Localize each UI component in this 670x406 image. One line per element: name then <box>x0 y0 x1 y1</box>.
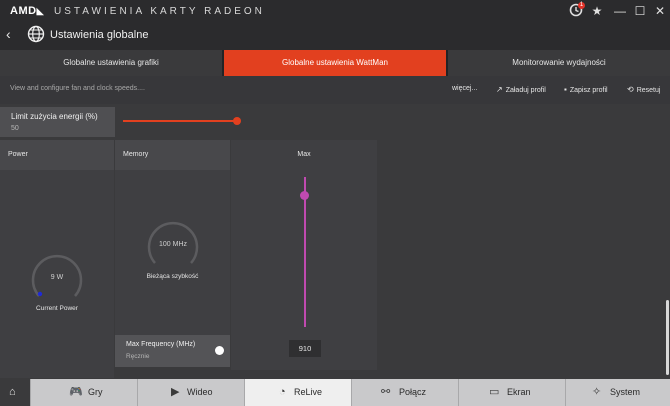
memory-gauge-value: 100 MHz <box>158 241 187 248</box>
play-icon: ▶ <box>171 386 180 398</box>
tab-graphics-settings[interactable]: Globalne ustawienia grafiki <box>0 50 222 76</box>
content-background <box>377 140 670 377</box>
back-arrow-icon[interactable]: ‹ <box>6 26 11 42</box>
amd-logo: AMD◣ <box>10 5 44 17</box>
settings-tabs: Globalne ustawienia grafiki Globalne ust… <box>0 50 670 76</box>
title-bar: AMD◣ USTAWIENIA KARTY RADEON 1 ★ — ☐ ✕ <box>0 0 670 22</box>
power-panel-body: 9 W Current Power <box>0 170 114 378</box>
power-limit-slider-handle[interactable] <box>233 117 241 125</box>
max-frequency-mode: Ręcznie <box>126 353 150 360</box>
page-header: ‹ Ustawienia globalne <box>0 22 670 50</box>
power-limit-label: Limit zużycia energii (%) <box>11 112 98 121</box>
amd-logo-arrow: ◣ <box>36 6 44 16</box>
max-frequency-toggle[interactable] <box>215 346 224 355</box>
vertical-scrollbar[interactable] <box>666 300 669 375</box>
wattman-description: View and configure fan and clock speeds.… <box>10 85 145 92</box>
current-power-label: Current Power <box>36 305 78 312</box>
nav-system-label: System <box>610 387 641 397</box>
display-icon: ▭ <box>489 386 500 398</box>
nav-system[interactable]: ✧ System <box>566 379 670 406</box>
power-gauge: 9 W <box>31 252 83 304</box>
save-profile-button[interactable]: ▪ Zapisz profil <box>564 85 608 94</box>
nav-games-label: Gry <box>88 387 103 397</box>
nav-video-label: Wideo <box>187 387 213 397</box>
amd-logo-text: AMD <box>10 5 37 17</box>
max-frequency-panel: Max 910 <box>231 140 377 370</box>
power-panel: Power 9 W Current Power <box>0 140 114 378</box>
minimize-icon[interactable]: — <box>612 3 628 19</box>
memory-gauge: 100 MHz <box>147 219 199 271</box>
tab-wattman-settings[interactable]: Globalne ustawienia WattMan <box>224 50 446 76</box>
gamepad-icon: 🎮 <box>69 386 83 398</box>
load-profile-label: Załaduj profil <box>505 87 546 94</box>
close-icon[interactable]: ✕ <box>652 3 668 19</box>
more-link[interactable]: więcej... <box>452 85 477 92</box>
nav-relive[interactable]: ◔ ReLive <box>245 379 352 406</box>
nav-connect-label: Połącz <box>399 387 427 397</box>
relive-icon: ◔ <box>279 386 286 398</box>
nav-video[interactable]: ▶ Wideo <box>138 379 245 406</box>
power-panel-header: Power <box>0 140 114 170</box>
share-arrow-icon: ↗ <box>496 85 503 94</box>
nav-relive-label: ReLive <box>294 387 323 397</box>
nav-connect[interactable]: ⚯ Połącz <box>352 379 459 406</box>
max-frequency-control[interactable]: Max Frequency (MHz) Ręcznie <box>115 335 230 367</box>
maximize-icon[interactable]: ☐ <box>632 3 648 19</box>
bottom-navigation: ⌂ 🎮 Gry ▶ Wideo ◔ ReLive ⚯ Połącz ▭ Ekra… <box>0 379 670 406</box>
reset-icon: ⟲ <box>627 85 634 94</box>
home-icon: ⌂ <box>9 386 16 398</box>
current-speed-label: Bieżąca szybkość <box>146 273 199 280</box>
power-gauge-value: 9 W <box>50 274 64 281</box>
nav-display[interactable]: ▭ Ekran <box>459 379 566 406</box>
load-profile-button[interactable]: ↗ Załaduj profil <box>496 85 546 94</box>
power-limit-row: Limit zużycia energii (%) 50 <box>0 107 115 137</box>
max-frequency-label: Max Frequency (MHz) <box>126 341 196 348</box>
memory-panel-header: Memory <box>115 140 230 170</box>
nav-games[interactable]: 🎮 Gry <box>31 379 138 406</box>
floppy-disk-icon: ▪ <box>564 85 567 94</box>
memory-clock-slider-handle[interactable] <box>300 191 309 200</box>
notification-badge: 1 <box>578 2 585 9</box>
memory-clock-value[interactable]: 910 <box>289 340 321 357</box>
save-profile-label: Zapisz profil <box>569 87 608 94</box>
reset-label: Resetuj <box>636 87 661 94</box>
power-limit-value: 50 <box>11 125 19 132</box>
max-panel-header: Max <box>231 140 377 170</box>
globe-icon <box>27 25 45 43</box>
page-title: Ustawienia globalne <box>50 29 149 41</box>
reset-button[interactable]: ⟲ Resetuj <box>627 85 660 94</box>
connect-icon: ⚯ <box>381 386 391 398</box>
wattman-toolbar: View and configure fan and clock speeds.… <box>0 76 670 104</box>
nav-display-label: Ekran <box>507 387 531 397</box>
app-title: USTAWIENIA KARTY RADEON <box>54 6 265 17</box>
nav-home[interactable]: ⌂ <box>0 379 31 406</box>
system-icon: ✧ <box>592 386 602 398</box>
tab-performance-monitoring[interactable]: Monitorowanie wydajności <box>448 50 670 76</box>
star-icon[interactable]: ★ <box>589 3 605 19</box>
power-limit-slider-track[interactable] <box>123 120 237 122</box>
power-limit-slider[interactable] <box>115 107 670 137</box>
memory-panel-body: 100 MHz Bieżąca szybkość <box>115 170 230 335</box>
